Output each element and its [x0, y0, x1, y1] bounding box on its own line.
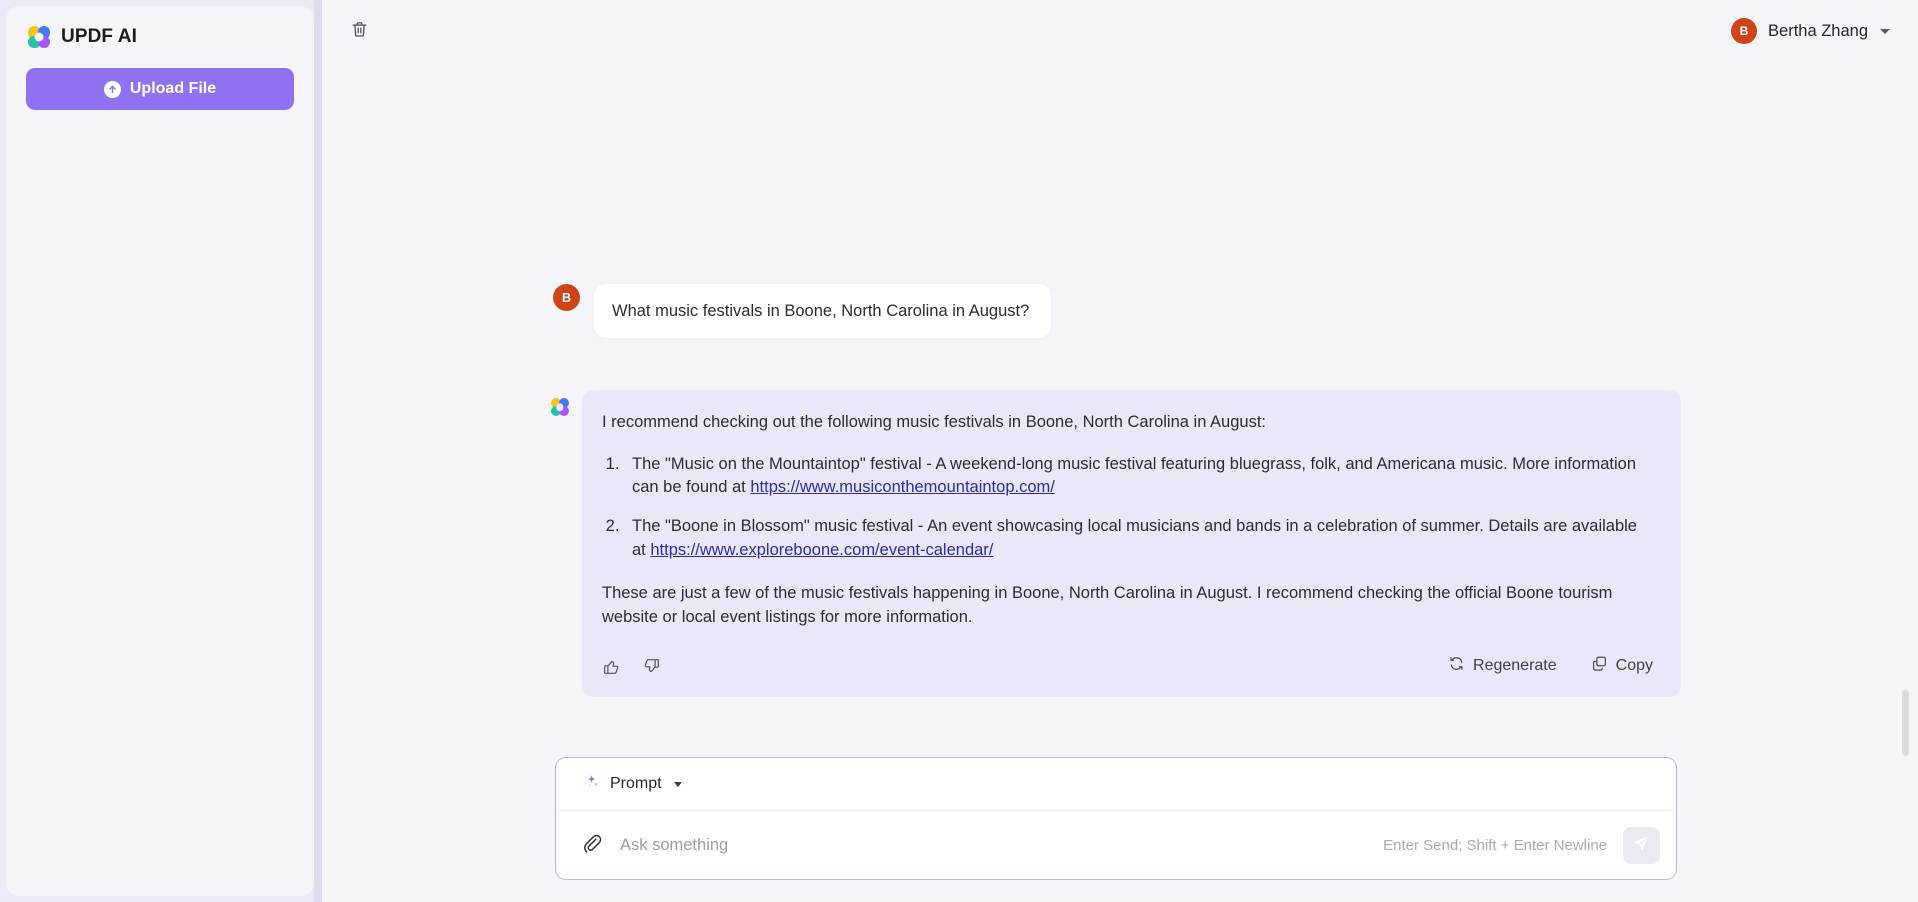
- thumbs-up-icon[interactable]: [602, 657, 621, 676]
- upload-file-label: Upload File: [130, 80, 216, 98]
- regenerate-button[interactable]: Regenerate: [1446, 653, 1559, 679]
- response-controls: Regenerate Copy: [1446, 653, 1655, 679]
- upload-file-button[interactable]: Upload File: [26, 68, 294, 110]
- ask-input[interactable]: [620, 836, 1367, 855]
- list-item: The "Music on the Mountaintop" festival …: [624, 453, 1655, 500]
- updf-clover-icon: [28, 26, 50, 48]
- refresh-icon: [1448, 655, 1465, 677]
- composer: Prompt Enter Send; Shift + Enter Newlin: [555, 757, 1677, 880]
- list-item: The "Boone in Blossom" music festival - …: [624, 515, 1655, 562]
- paperclip-icon: [581, 833, 602, 857]
- copy-button[interactable]: Copy: [1589, 653, 1655, 679]
- user-message: B What music festivals in Boone, North C…: [551, 284, 1681, 338]
- send-button[interactable]: [1623, 827, 1660, 864]
- sparkle-icon: [584, 773, 601, 795]
- delete-conversation-button[interactable]: [344, 16, 374, 46]
- send-plane-icon: [1632, 834, 1651, 856]
- ai-intro-text: I recommend checking out the following m…: [602, 411, 1655, 435]
- main-panel: B Bertha Zhang B What music festivals in…: [314, 0, 1918, 902]
- composer-input-row: Enter Send; Shift + Enter Newline: [556, 811, 1676, 879]
- user-name: Bertha Zhang: [1768, 22, 1868, 41]
- ai-closing-text: These are just a few of the music festiv…: [602, 582, 1655, 629]
- avatar: B: [553, 284, 580, 311]
- updf-ai-app: UPDF AI Upload File: [0, 0, 1918, 902]
- prompt-label: Prompt: [610, 775, 662, 793]
- prompt-dropdown[interactable]: Prompt: [578, 769, 688, 799]
- ai-message: I recommend checking out the following m…: [551, 390, 1681, 697]
- brand: UPDF AI: [26, 6, 294, 68]
- chat-scroll-area[interactable]: B What music festivals in Boone, North C…: [314, 62, 1918, 739]
- regenerate-label: Regenerate: [1473, 657, 1557, 675]
- user-message-bubble: What music festivals in Boone, North Car…: [594, 284, 1051, 338]
- ai-festival-list: The "Music on the Mountaintop" festival …: [602, 453, 1655, 562]
- chat-messages: B What music festivals in Boone, North C…: [551, 62, 1681, 697]
- thumbs-down-icon[interactable]: [642, 657, 661, 676]
- festival-link[interactable]: https://www.musiconthemountaintop.com/: [750, 478, 1054, 496]
- ai-action-bar: Regenerate Copy: [602, 653, 1655, 681]
- copy-icon: [1591, 655, 1608, 677]
- feedback-controls: [602, 657, 661, 676]
- attach-file-button[interactable]: [578, 832, 604, 858]
- sidebar: UPDF AI Upload File: [6, 6, 314, 896]
- chevron-down-icon: [1880, 29, 1890, 34]
- composer-toolbar: Prompt: [556, 758, 1676, 811]
- copy-label: Copy: [1616, 657, 1653, 675]
- avatar: B: [1731, 18, 1757, 44]
- composer-hint: Enter Send; Shift + Enter Newline: [1383, 837, 1607, 854]
- chevron-down-icon: [674, 782, 682, 787]
- composer-area: Prompt Enter Send; Shift + Enter Newlin: [314, 739, 1918, 902]
- trash-icon: [350, 20, 369, 42]
- upload-arrow-icon: [104, 81, 121, 98]
- brand-title: UPDF AI: [61, 26, 137, 48]
- user-menu[interactable]: B Bertha Zhang: [1727, 14, 1896, 48]
- festival-link[interactable]: https://www.exploreboone.com/event-calen…: [650, 541, 993, 559]
- updf-clover-icon: [551, 398, 569, 416]
- ai-message-bubble: I recommend checking out the following m…: [582, 390, 1681, 697]
- scrollbar-thumb[interactable]: [1902, 690, 1909, 756]
- top-bar: B Bertha Zhang: [314, 0, 1918, 62]
